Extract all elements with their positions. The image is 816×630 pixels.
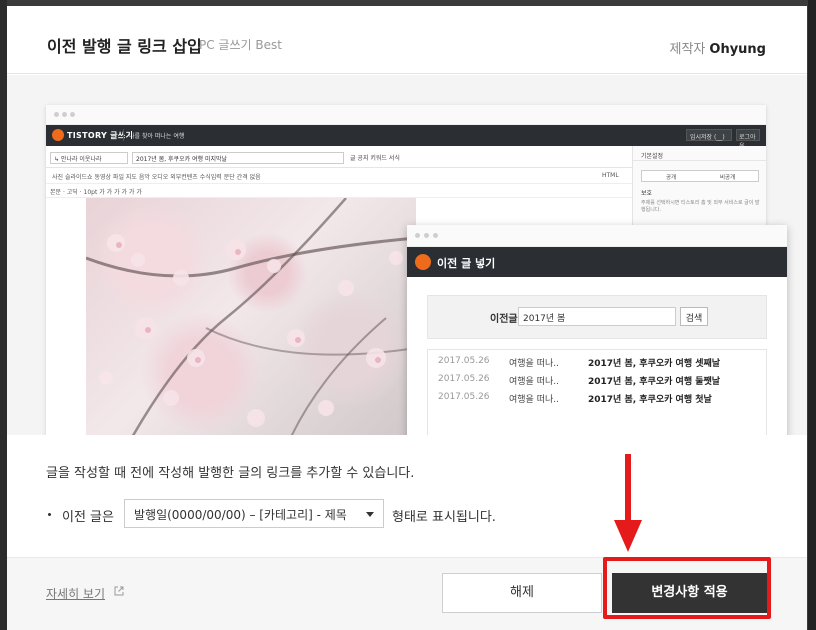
format-toolbar: 본문 · 고딕 · 10pt 가 가 가 가 가 가 (46, 184, 632, 198)
insert-toolbar-items: 사진 슬라이드쇼 동영상 파일 지도 음악 오디오 외부컨텐츠 수식입력 문단 … (52, 174, 261, 181)
public-option: 공개 (666, 175, 677, 181)
details-link[interactable]: 자세히 보기 (46, 585, 105, 602)
plugin-description: 글을 작성할 때 전에 작성해 발행한 글의 링크를 추가할 수 있습니다. (46, 466, 415, 481)
temp-save-button: 임시저장 (__) (686, 129, 732, 141)
author-info: 제작자 Ohyung (670, 38, 767, 57)
window-dot-icon (54, 112, 59, 117)
category-select: ↳ 안나라 이웃나라 (50, 152, 128, 164)
nav-divider (123, 129, 124, 141)
popup-result-list: 2017.05.26 여행을 떠나.. 2017년 봄, 후쿠오카 여행 셋째날… (427, 349, 767, 435)
tistory-logo-icon (52, 129, 64, 141)
window-dot-icon (70, 112, 75, 117)
popup-search-label: 이전글 (490, 314, 518, 325)
blog-select: 나를 찾아 떠나는 여행 (129, 133, 185, 140)
caret-down-icon (366, 512, 374, 517)
browser-bar (46, 105, 766, 125)
post-date: 2017.05.26 (438, 374, 490, 384)
window-dot-icon (424, 233, 429, 238)
plugin-settings-dialog: 이전 발행 글 링크 삽입 PC 글쓰기 Best 제작자 Ohyung TIST… (7, 6, 807, 630)
plugin-preview-image: TISTORY 글쓰기 나를 찾아 떠나는 여행 임시저장 (__) 로그아웃 … (7, 75, 807, 435)
highlight-box (603, 557, 771, 619)
dialog-title: 이전 발행 글 링크 삽입 (47, 37, 202, 56)
prev-post-label: 이전 글은 (62, 510, 114, 525)
window-dot-icon (415, 233, 420, 238)
list-item: 2017.05.26 여행을 떠나.. 2017년 봄, 후쿠오카 여행 첫날 (438, 392, 758, 408)
format-suffix-text: 형태로 표시됩니다. (392, 510, 496, 525)
sidebar-note: 주제를 선택하시면 티스토리 홈 및 외부 서비스로 글이 발행됩니다. (641, 200, 760, 213)
display-format-value: 발행일(0000/00/00) – [카테고리] - 제목 (134, 508, 347, 522)
private-option: 비공개 (720, 175, 736, 181)
editor-title-row: ↳ 안나라 이웃나라 2017년 봄, 후쿠오카 여행 미지막날 글 공지 키워… (46, 146, 632, 168)
post-date: 2017.05.26 (438, 392, 490, 402)
post-title: 2017년 봄, 후쿠오카 여행 첫날 (588, 395, 712, 405)
window-dot-icon (62, 112, 67, 117)
popup-search-input: 2017년 봄 (518, 307, 676, 326)
html-toggle: HTML (602, 172, 619, 179)
post-category: 여행을 떠나.. (509, 395, 559, 405)
post-title-input: 2017년 봄, 후쿠오카 여행 미지막날 (132, 152, 344, 164)
backdrop-right (808, 0, 816, 630)
previous-post-popup-preview: 이전 글 넣기 이전글 2017년 봄 검색 2017.05.26 여행을 떠나… (407, 225, 787, 435)
display-format-select[interactable]: 발행일(0000/00/00) – [카테고리] - 제목 (124, 499, 384, 528)
cherry-blossom-photo (86, 198, 416, 435)
external-link-icon (114, 586, 124, 596)
window-dot-icon (433, 233, 438, 238)
protect-option: 보호 (641, 190, 653, 197)
list-item: 2017.05.26 여행을 떠나.. 2017년 봄, 후쿠오카 여행 둘쨋날 (438, 374, 758, 390)
visibility-buttons: 공개 비공개 (641, 170, 759, 182)
popup-browser-bar (407, 225, 787, 247)
red-arrow-icon (614, 454, 642, 552)
format-toolbar-items: 본문 · 고딕 · 10pt 가 가 가 가 가 가 (50, 189, 142, 196)
dialog-header: 이전 발행 글 링크 삽입 PC 글쓰기 Best 제작자 Ohyung (7, 6, 807, 74)
insert-toolbar: 사진 슬라이드쇼 동영상 파일 지도 음악 오디오 외부컨텐츠 수식입력 문단 … (46, 168, 632, 184)
popup-search-button: 검색 (680, 307, 708, 326)
post-category: 여행을 떠나.. (509, 377, 559, 387)
sidebar-heading: 기본설정 (633, 146, 766, 161)
branches-drawing (86, 198, 416, 435)
post-title: 2017년 봄, 후쿠오카 여행 셋째날 (588, 359, 721, 369)
tistory-logo-icon (415, 254, 431, 270)
author-label: 제작자 (669, 42, 706, 57)
list-item: 2017.05.26 여행을 떠나.. 2017년 봄, 후쿠오카 여행 셋째날 (438, 356, 758, 372)
post-category: 여행을 떠나.. (509, 359, 559, 369)
disable-button[interactable]: 해제 (442, 573, 602, 613)
backdrop-left (0, 0, 7, 630)
post-date: 2017.05.26 (438, 356, 490, 366)
popup-title: 이전 글 넣기 (437, 257, 496, 270)
logout-button: 로그아웃 (736, 129, 760, 150)
post-title: 2017년 봄, 후쿠오카 여행 둘쨋날 (588, 377, 721, 387)
popup-header: 이전 글 넣기 (407, 247, 787, 277)
popup-search-box: 이전글 2017년 봄 검색 (427, 295, 767, 339)
author-name: Ohyung (709, 42, 766, 57)
editor-nav: TISTORY 글쓰기 나를 찾아 떠나는 여행 임시저장 (__) 로그아웃 (46, 125, 766, 150)
dialog-subtitle: PC 글쓰기 Best (199, 38, 282, 52)
bullet-icon (48, 513, 51, 516)
post-type-radios: 글 공지 키워드 서식 (350, 155, 400, 162)
